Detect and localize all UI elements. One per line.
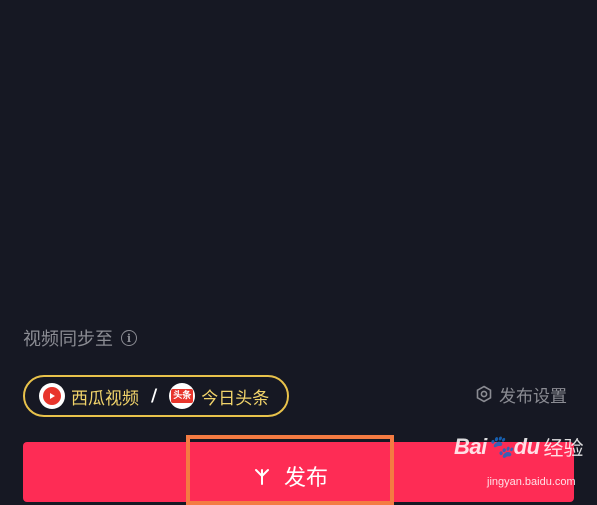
- toutiao-badge: 头条: [171, 389, 194, 403]
- toutiao-icon: 头条: [169, 383, 196, 409]
- sync-to-text: 视频同步至: [23, 329, 113, 350]
- hexagon-settings-icon: [476, 385, 492, 403]
- publish-settings-button[interactable]: 发布设置: [475, 381, 567, 407]
- platform-separator: /: [151, 386, 158, 406]
- xigua-video-label: 西瓜视频: [71, 388, 139, 409]
- info-icon[interactable]: i: [121, 330, 137, 346]
- sync-platforms-toggle[interactable]: 西瓜视频 / 头条 今日头条: [23, 375, 289, 417]
- sync-to-label: 视频同步至 i: [23, 325, 137, 351]
- sparkle-icon: [254, 469, 269, 485]
- xigua-video-icon: [39, 383, 65, 409]
- baidu-jingyan-watermark: Bai🐾du 经验: [454, 432, 584, 461]
- publish-label: 发布: [283, 466, 328, 491]
- publish-settings-label: 发布设置: [499, 386, 567, 407]
- watermark-text: 经验: [543, 438, 584, 460]
- baidu-logo: Bai🐾du: [454, 433, 540, 459]
- toutiao-label: 今日头条: [201, 388, 270, 409]
- watermark-url: jingyan.baidu.com: [487, 476, 576, 488]
- publish-button-content[interactable]: 发布: [186, 450, 394, 502]
